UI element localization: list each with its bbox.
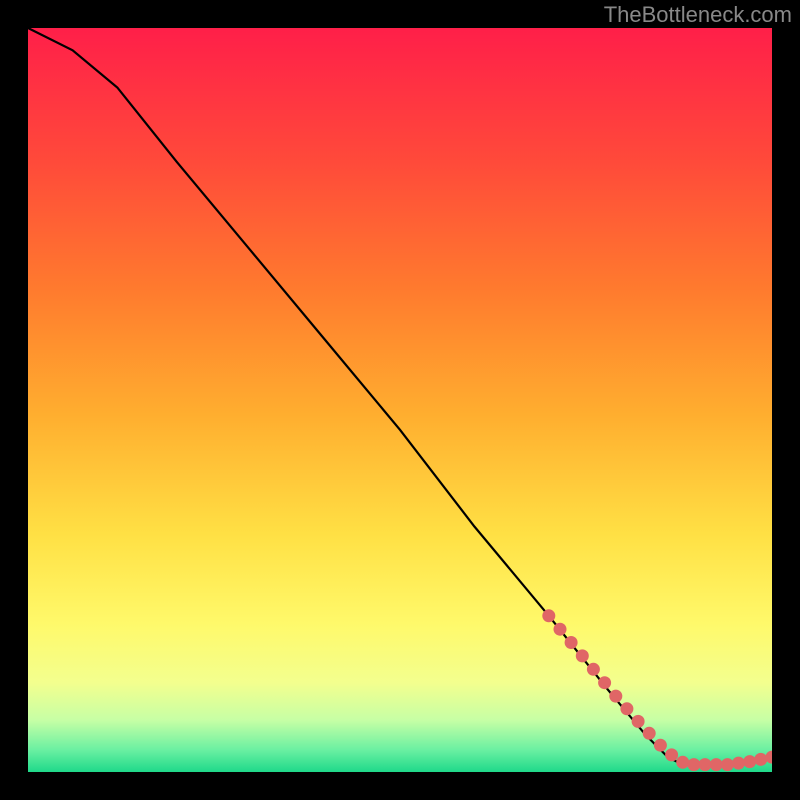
plot-area [28,28,772,772]
highlight-dot [687,758,700,771]
highlight-dot [643,727,656,740]
highlight-dot [620,702,633,715]
highlight-dot [598,676,611,689]
highlight-dot [565,636,578,649]
highlight-dot [576,649,589,662]
highlight-dot [699,758,712,771]
highlight-dot [721,758,734,771]
highlight-dot [542,609,555,622]
highlight-dot [710,758,723,771]
highlight-dot [732,757,745,770]
highlight-dot [587,663,600,676]
highlight-dot [754,753,767,766]
highlight-dot [676,756,689,769]
highlight-dot [554,623,567,636]
highlight-dot [654,739,667,752]
chart-svg [28,28,772,772]
watermark-text: TheBottleneck.com [604,2,792,28]
chart-frame: TheBottleneck.com [0,0,800,800]
highlight-dot [665,748,678,761]
gradient-background [28,28,772,772]
highlight-dot [743,755,756,768]
highlight-dot [609,690,622,703]
highlight-dot [632,715,645,728]
